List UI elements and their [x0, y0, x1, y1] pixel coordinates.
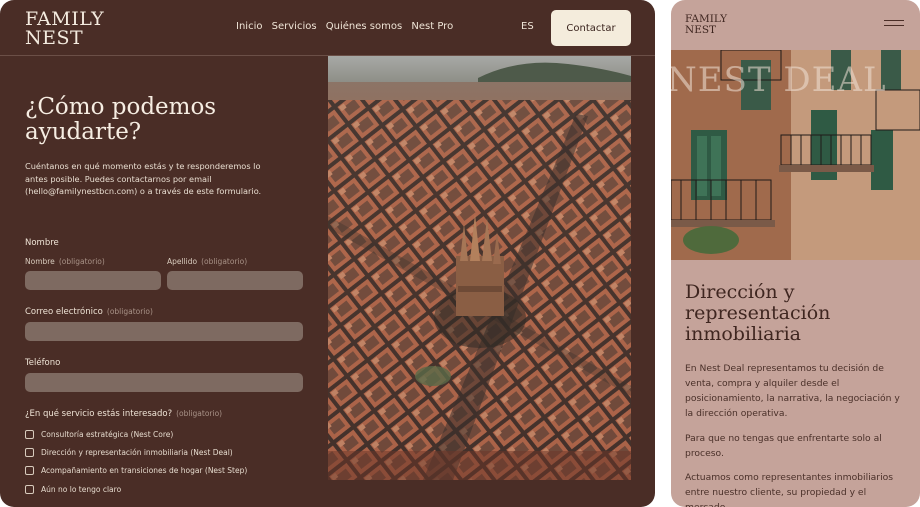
- last-name-label: Apellido (obligatorio): [167, 257, 248, 266]
- brand-logo[interactable]: FAMILY NEST: [25, 10, 104, 48]
- paragraph-1: En Nest Deal representamos tu decisión d…: [685, 363, 900, 419]
- email-field[interactable]: [25, 322, 303, 341]
- building-facade-photo: NEST DEAL: [671, 50, 920, 260]
- mobile-brand-logo[interactable]: FAMILY NEST: [685, 14, 727, 35]
- checkbox[interactable]: [25, 448, 34, 457]
- first-name-label: Nombre (obligatorio): [25, 257, 105, 266]
- section-heading: Dirección y representación inmobiliaria: [685, 281, 831, 345]
- desktop-contact-page: FAMILY NEST Inicio Servicios Quiénes som…: [0, 0, 655, 507]
- barcelona-aerial-photo: [328, 56, 631, 480]
- first-name-input[interactable]: [25, 271, 161, 290]
- phone-label: Teléfono: [25, 358, 61, 368]
- service-question-label: ¿En qué servicio estás interesado? (oblig…: [25, 409, 223, 419]
- service-option-nest-step[interactable]: Acompañamiento en transiciones de hogar …: [25, 466, 247, 475]
- nav-nest-pro[interactable]: Nest Pro: [411, 21, 453, 32]
- phone-field[interactable]: [25, 373, 303, 392]
- nav-inicio[interactable]: Inicio: [236, 21, 262, 32]
- checkbox[interactable]: [25, 466, 34, 475]
- last-name-input[interactable]: [167, 271, 303, 290]
- nav-servicios[interactable]: Servicios: [272, 21, 317, 32]
- intro-text: Cuéntanos en qué momento estás y te resp…: [25, 161, 262, 197]
- checkbox[interactable]: [25, 485, 34, 494]
- email-label: Correo electrónico (obligatorio): [25, 307, 153, 317]
- service-option-nest-deal[interactable]: Dirección y representación inmobiliaria …: [25, 448, 233, 457]
- paragraph-3: Actuamos como representantes inmobiliari…: [685, 472, 894, 507]
- nav-links: Inicio Servicios Quiénes somos Nest Pro: [236, 21, 459, 32]
- page-title: ¿Cómo podemos ayudarte?: [25, 94, 217, 145]
- mobile-nest-deal-page: FAMILY NEST NEST DEAL Dirección y repres…: [671, 0, 920, 507]
- paragraph-2: Para que no tengas que enfrentarte solo …: [685, 433, 882, 459]
- top-navigation: FAMILY NEST Inicio Servicios Quiénes som…: [0, 0, 655, 56]
- nest-deal-overlay-title: NEST DEAL: [671, 60, 887, 100]
- nav-quienes-somos[interactable]: Quiénes somos: [326, 21, 402, 32]
- language-selector[interactable]: ES: [521, 21, 534, 32]
- contact-button[interactable]: Contactar: [551, 10, 631, 46]
- hamburger-menu-icon[interactable]: [884, 20, 904, 30]
- service-option-nest-core[interactable]: Consultoría estratégica (Nest Core): [25, 430, 173, 439]
- service-option-unsure[interactable]: Aún no lo tengo claro: [25, 485, 121, 494]
- checkbox[interactable]: [25, 430, 34, 439]
- name-group-label: Nombre: [25, 238, 59, 248]
